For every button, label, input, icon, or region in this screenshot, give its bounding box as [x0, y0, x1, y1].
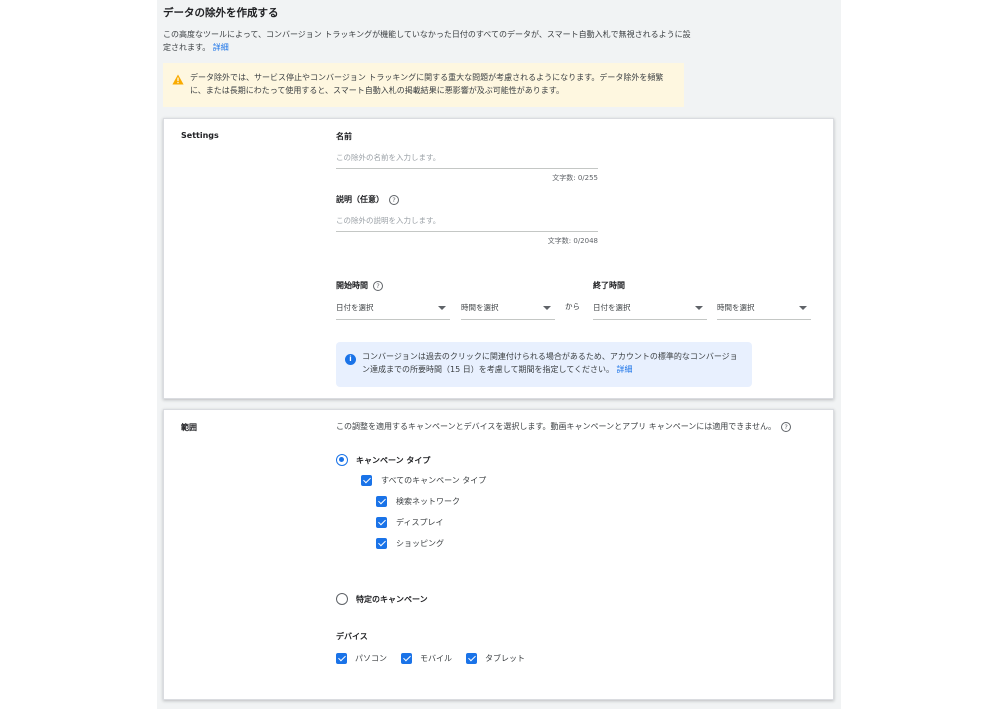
campaign-type-label: キャンペーン タイプ	[356, 455, 431, 465]
shopping-label: ショッピング	[396, 539, 444, 548]
intro-details-link[interactable]: 詳細	[213, 43, 229, 52]
end-time-label-text: 終了時間	[593, 281, 625, 290]
end-time-dropdown[interactable]: 時間を選択	[717, 296, 811, 320]
warning-banner: データ除外では、サービス停止やコンバージョン トラッキングに関する重大な問題が考…	[163, 63, 684, 107]
display-label: ディスプレイ	[396, 518, 444, 527]
display-checkbox[interactable]: ディスプレイ	[376, 517, 443, 528]
chevron-down-icon	[799, 305, 807, 310]
range-section-label: 範囲	[181, 423, 197, 432]
description-label: 説明（任意） ?	[336, 194, 399, 205]
page-title: データの除外を作成する	[163, 7, 279, 19]
search-network-label: 検索ネットワーク	[396, 497, 460, 506]
checkbox-checked-icon	[361, 475, 372, 486]
end-time-label: 終了時間	[593, 280, 625, 291]
name-label-text: 名前	[336, 132, 352, 141]
name-input[interactable]	[336, 147, 598, 169]
end-time-value: 時間を選択	[717, 303, 755, 312]
name-label: 名前	[336, 131, 352, 142]
description-char-counter: 文字数: 0/2048	[547, 237, 598, 245]
radio-unselected-icon	[336, 593, 348, 605]
chevron-down-icon	[695, 305, 703, 310]
start-time-value: 時間を選択	[461, 303, 499, 312]
info-box: i コンバージョンは過去のクリックに関連付けられる場合があるため、アカウントの標…	[336, 342, 752, 387]
intro-text: この高度なツールによって、コンバージョン トラッキングが機能していなかった日付の…	[163, 30, 691, 52]
checkbox-checked-icon	[376, 517, 387, 528]
page-intro: この高度なツールによって、コンバージョン トラッキングが機能していなかった日付の…	[163, 28, 693, 54]
start-time-dropdown[interactable]: 時間を選択	[461, 296, 555, 320]
checkbox-checked-icon	[336, 653, 347, 664]
from-text: から	[565, 302, 580, 311]
radio-selected-icon	[336, 454, 348, 466]
device-pc-label: パソコン	[355, 654, 387, 663]
campaign-type-radio[interactable]: キャンペーン タイプ	[336, 454, 430, 466]
help-icon[interactable]: ?	[781, 421, 792, 432]
description-label-text: 説明（任意）	[336, 195, 384, 204]
specific-campaign-radio[interactable]: 特定のキャンペーン	[336, 593, 428, 605]
warning-text: データ除外では、サービス停止やコンバージョン トラッキングに関する重大な問題が考…	[190, 73, 664, 95]
device-tablet-label: タブレット	[485, 654, 525, 663]
info-details-link[interactable]: 詳細	[617, 365, 633, 374]
range-card: 範囲 この調整を適用するキャンペーンとデバイスを選択します。動画キャンペーンとア…	[163, 409, 834, 700]
search-network-checkbox[interactable]: 検索ネットワーク	[376, 496, 460, 507]
all-campaign-types-checkbox[interactable]: すべてのキャンペーン タイプ	[361, 475, 486, 486]
end-date-dropdown[interactable]: 日付を選択	[593, 296, 707, 320]
checkbox-checked-icon	[466, 653, 477, 664]
info-text: コンバージョンは過去のクリックに関連付けられる場合があるため、アカウントの標準的…	[362, 352, 738, 374]
start-date-value: 日付を選択	[336, 303, 374, 312]
chevron-down-icon	[438, 305, 446, 310]
all-campaign-types-label: すべてのキャンペーン タイプ	[381, 476, 487, 485]
start-date-dropdown[interactable]: 日付を選択	[336, 296, 450, 320]
chevron-down-icon	[543, 305, 551, 310]
device-checkboxes: パソコン モバイル タブレット	[336, 653, 525, 664]
checkbox-checked-icon	[401, 653, 412, 664]
checkbox-checked-icon	[376, 538, 387, 549]
shopping-checkbox[interactable]: ショッピング	[376, 538, 444, 549]
devices-label: デバイス	[336, 632, 368, 641]
start-time-label-text: 開始時間	[336, 281, 368, 290]
specific-campaign-label: 特定のキャンペーン	[356, 594, 428, 604]
description-input[interactable]	[336, 210, 598, 232]
info-icon: i	[345, 354, 356, 365]
device-mobile-checkbox[interactable]: モバイル	[401, 653, 452, 664]
device-pc-checkbox[interactable]: パソコン	[336, 653, 387, 664]
settings-card: Settings 名前 文字数: 0/255 説明（任意） ? 文字数: 0/2…	[163, 118, 834, 399]
end-date-value: 日付を選択	[593, 303, 631, 312]
range-description: この調整を適用するキャンペーンとデバイスを選択します。動画キャンペーンとアプリ …	[336, 421, 792, 432]
help-icon[interactable]: ?	[389, 194, 399, 205]
start-time-label: 開始時間 ?	[336, 280, 383, 291]
range-description-text: この調整を適用するキャンペーンとデバイスを選択します。動画キャンペーンとアプリ …	[336, 422, 777, 431]
settings-section-label: Settings	[181, 131, 219, 140]
device-mobile-label: モバイル	[420, 654, 452, 663]
checkbox-checked-icon	[376, 496, 387, 507]
device-tablet-checkbox[interactable]: タブレット	[466, 653, 525, 664]
warning-icon	[172, 74, 184, 85]
help-icon[interactable]: ?	[373, 280, 383, 291]
name-char-counter: 文字数: 0/255	[552, 174, 598, 182]
